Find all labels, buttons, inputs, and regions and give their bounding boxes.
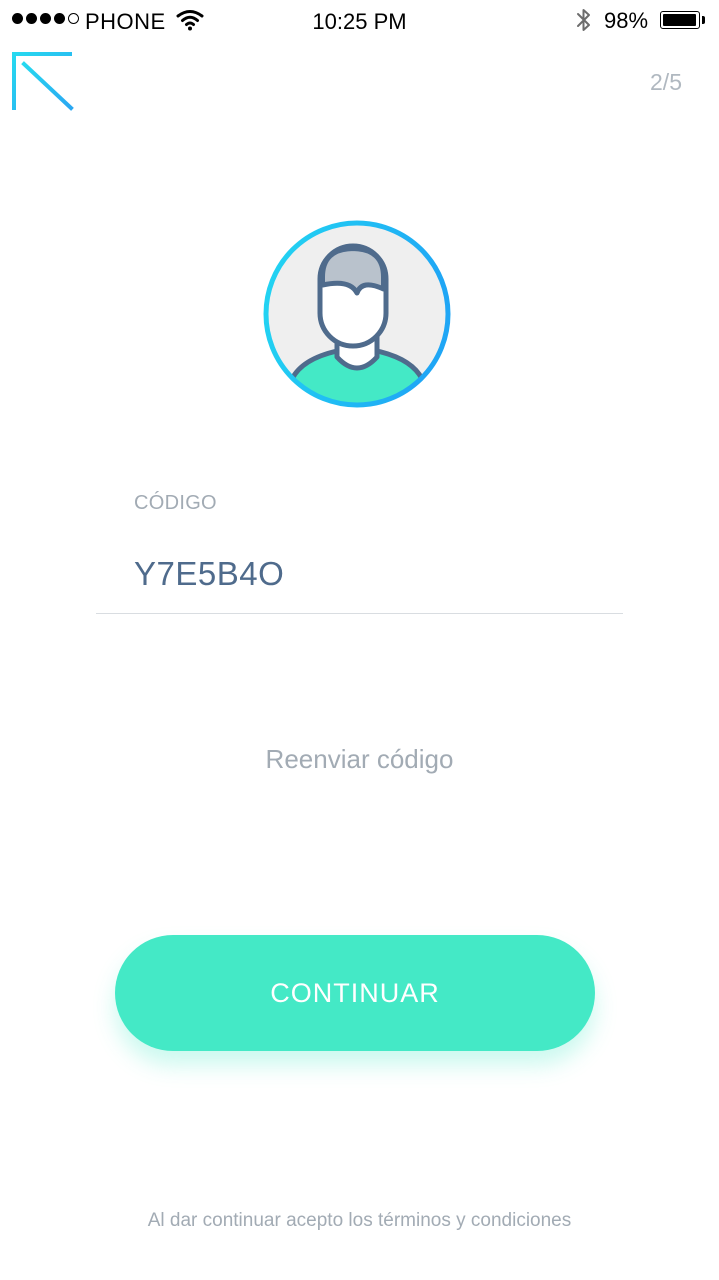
terms-text: Al dar continuar acepto los términos y c…: [147, 1210, 572, 1231]
bluetooth-icon: [577, 9, 590, 31]
code-input[interactable]: Y7E5B4O: [96, 536, 623, 614]
back-button[interactable]: [10, 50, 76, 114]
step-indicator: 2/5: [650, 69, 682, 95]
user-avatar-icon: [262, 219, 452, 409]
resend-code-link[interactable]: Reenviar código: [0, 744, 719, 775]
code-input-value: Y7E5B4O: [134, 555, 285, 592]
continue-button[interactable]: CONTINUAR: [115, 935, 595, 1051]
battery-percent: 98%: [604, 8, 649, 33]
back-arrow-icon: [12, 52, 74, 111]
battery-icon: [660, 11, 700, 29]
code-label: CÓDIGO: [134, 492, 217, 514]
battery-tip: [702, 16, 705, 24]
status-bar: PHONE 10:25 PM 98%: [0, 0, 719, 42]
